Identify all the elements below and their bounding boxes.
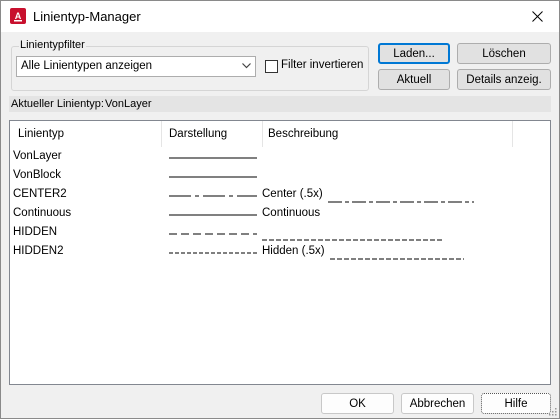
show-details-button[interactable]: Details anzeig.	[457, 69, 551, 90]
column-divider[interactable]	[512, 121, 513, 147]
resize-grip-icon[interactable]	[547, 406, 557, 416]
linetype-filter-select[interactable]: Alle Linientypen anzeigen	[16, 56, 256, 77]
delete-button-label: Löschen	[482, 47, 526, 60]
ok-button[interactable]: OK	[321, 393, 394, 414]
linetype-name: VonLayer	[13, 150, 62, 162]
delete-button[interactable]: Löschen	[457, 43, 551, 64]
title-bar: A Linientyp-Manager	[1, 1, 559, 32]
current-linetype-value: VonLayer	[105, 98, 152, 110]
linetype-name: HIDDEN	[13, 226, 58, 238]
selected-filter-value: Alle Linientypen anzeigen	[21, 60, 153, 72]
current-linetype-label: Aktueller Linientyp:	[11, 98, 104, 110]
linetype-preview	[169, 195, 257, 197]
linetype-name: VonBlock	[13, 169, 61, 181]
set-current-button-label: Aktuell	[396, 73, 432, 86]
column-divider[interactable]	[262, 121, 263, 147]
linetype-preview	[169, 214, 257, 216]
linetype-preview	[169, 157, 257, 159]
svg-text:A: A	[15, 11, 22, 21]
chevron-down-icon	[242, 63, 251, 69]
column-header-appearance[interactable]: Darstellung	[169, 121, 227, 147]
close-icon	[531, 11, 543, 22]
filter-group-label: Linientypfilter	[19, 39, 86, 51]
show-details-button-label: Details anzeig.	[466, 73, 542, 86]
dialog-footer	[1, 387, 559, 418]
window-title: Linientyp-Manager	[33, 9, 141, 24]
linetype-manager-dialog: A Linientyp-Manager Linientypfilter Alle…	[0, 0, 560, 419]
linetype-name: CENTER2	[13, 188, 67, 200]
linetype-description: Continuous	[262, 207, 321, 219]
autocad-icon: A	[10, 8, 26, 24]
invert-filter-label[interactable]: Filter invertieren	[281, 59, 363, 71]
help-button-label: Hilfe	[504, 397, 528, 410]
load-button-label: Laden...	[393, 47, 435, 60]
description-pattern	[328, 201, 474, 203]
linetype-list[interactable]: Linientyp Darstellung Beschreibung VonLa…	[9, 120, 551, 385]
linetype-name: Continuous	[13, 207, 72, 219]
linetype-name: HIDDEN2	[13, 245, 64, 257]
linetype-description: Center (.5x)	[262, 188, 323, 200]
column-header-description[interactable]: Beschreibung	[268, 121, 338, 147]
close-button[interactable]	[515, 1, 559, 32]
ok-button-label: OK	[349, 397, 366, 410]
description-pattern	[330, 258, 464, 260]
column-header-linetype[interactable]: Linientyp	[18, 121, 64, 147]
load-button[interactable]: Laden...	[378, 43, 450, 64]
description-pattern	[262, 239, 444, 241]
cancel-button[interactable]: Abbrechen	[401, 393, 474, 414]
cancel-button-label: Abbrechen	[409, 397, 466, 410]
linetype-preview	[169, 252, 257, 254]
help-button[interactable]: Hilfe	[481, 393, 551, 414]
linetype-preview	[169, 233, 257, 235]
invert-filter-checkbox[interactable]	[265, 60, 278, 73]
linetype-preview	[169, 176, 257, 178]
set-current-button[interactable]: Aktuell	[378, 69, 450, 90]
column-divider[interactable]	[161, 121, 162, 147]
linetype-description: Hidden (.5x)	[262, 245, 325, 257]
